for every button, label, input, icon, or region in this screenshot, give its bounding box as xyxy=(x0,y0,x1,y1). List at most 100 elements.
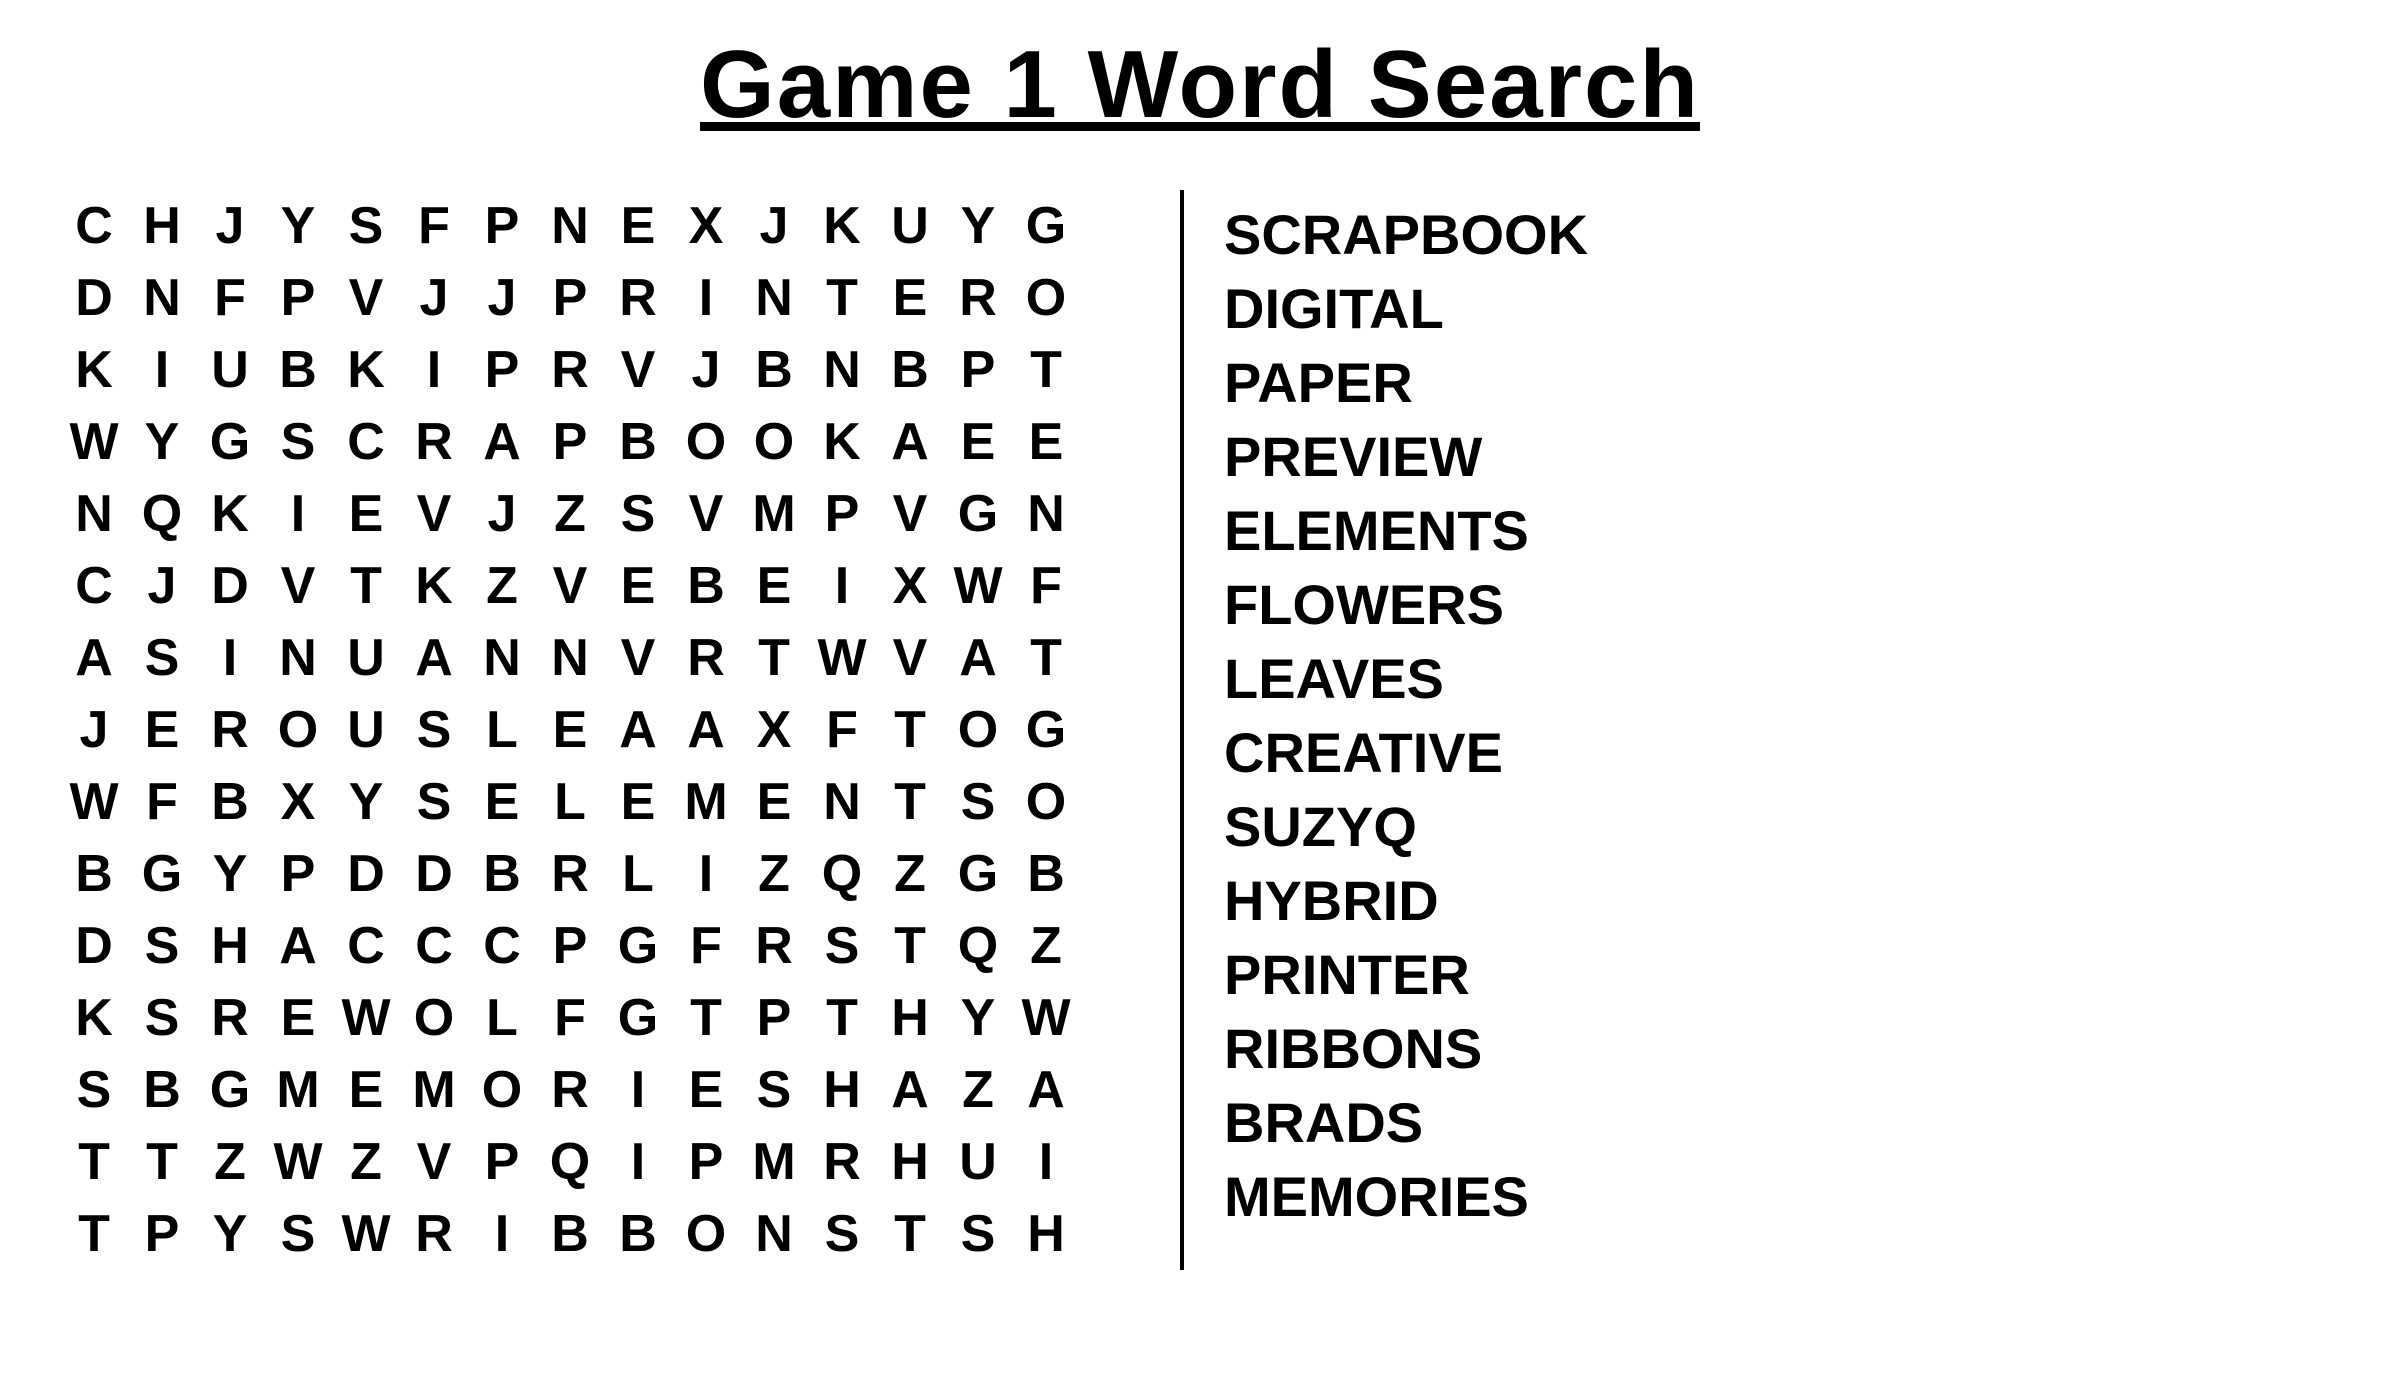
grid-row-11: KSREWOLFGTPTHYW xyxy=(60,982,1080,1054)
grid-cell-11-5: O xyxy=(400,982,468,1054)
grid-cell-3-12: A xyxy=(876,406,944,478)
grid-cell-13-1: T xyxy=(128,1126,196,1198)
grid-cell-7-12: T xyxy=(876,694,944,766)
grid-cell-9-8: L xyxy=(604,838,672,910)
grid-cell-4-3: I xyxy=(264,478,332,550)
word-item-4: ELEMENTS xyxy=(1224,496,1588,566)
grid-cell-4-0: N xyxy=(60,478,128,550)
grid-cell-9-13: G xyxy=(944,838,1012,910)
grid-cell-1-7: P xyxy=(536,262,604,334)
grid-cell-13-3: W xyxy=(264,1126,332,1198)
grid-cell-8-1: F xyxy=(128,766,196,838)
grid-cell-13-7: Q xyxy=(536,1126,604,1198)
grid-cell-9-5: D xyxy=(400,838,468,910)
grid-cell-1-11: T xyxy=(808,262,876,334)
grid-cell-0-9: X xyxy=(672,190,740,262)
word-item-0: SCRAPBOOK xyxy=(1224,200,1588,270)
grid-cell-13-0: T xyxy=(60,1126,128,1198)
grid-cell-12-5: M xyxy=(400,1054,468,1126)
grid-cell-0-12: U xyxy=(876,190,944,262)
grid-cell-13-14: I xyxy=(1012,1126,1080,1198)
grid-cell-1-0: D xyxy=(60,262,128,334)
grid-cell-3-14: E xyxy=(1012,406,1080,478)
word-search-grid: CHJYSFPNEXJKUYGDNFPVJJPRINTEROKIUBKIPRVJ… xyxy=(60,190,1140,1270)
grid-cell-6-6: N xyxy=(468,622,536,694)
grid-row-13: TTZWZVPQIPMRHUI xyxy=(60,1126,1080,1198)
grid-cell-5-14: F xyxy=(1012,550,1080,622)
grid-cell-5-5: K xyxy=(400,550,468,622)
grid-cell-7-5: S xyxy=(400,694,468,766)
grid-cell-12-10: S xyxy=(740,1054,808,1126)
grid-cell-12-2: G xyxy=(196,1054,264,1126)
grid-row-1: DNFPVJJPRINTERO xyxy=(60,262,1080,334)
grid-row-8: WFBXYSELEMENTSO xyxy=(60,766,1080,838)
grid-cell-7-0: J xyxy=(60,694,128,766)
grid-cell-8-14: O xyxy=(1012,766,1080,838)
grid-cell-14-12: T xyxy=(876,1198,944,1270)
grid-cell-10-9: F xyxy=(672,910,740,982)
grid-cell-14-5: R xyxy=(400,1198,468,1270)
grid-cell-12-12: A xyxy=(876,1054,944,1126)
word-item-5: FLOWERS xyxy=(1224,570,1588,640)
grid-cell-12-8: I xyxy=(604,1054,672,1126)
grid-cell-6-8: V xyxy=(604,622,672,694)
grid-cell-3-5: R xyxy=(400,406,468,478)
grid-row-14: TPYSWRIBBONSTSH xyxy=(60,1198,1080,1270)
grid-cell-6-7: N xyxy=(536,622,604,694)
grid-cell-1-5: J xyxy=(400,262,468,334)
grid-cell-11-0: K xyxy=(60,982,128,1054)
word-item-6: LEAVES xyxy=(1224,644,1588,714)
grid-cell-0-4: S xyxy=(332,190,400,262)
grid-cell-11-1: S xyxy=(128,982,196,1054)
grid-cell-8-13: S xyxy=(944,766,1012,838)
grid-cell-14-0: T xyxy=(60,1198,128,1270)
grid-cell-14-14: H xyxy=(1012,1198,1080,1270)
grid-row-4: NQKIEVJZSVMPVGN xyxy=(60,478,1080,550)
grid-cell-1-12: E xyxy=(876,262,944,334)
grid-cell-6-12: V xyxy=(876,622,944,694)
word-item-1: DIGITAL xyxy=(1224,274,1588,344)
grid-cell-7-10: X xyxy=(740,694,808,766)
grid-cell-0-3: Y xyxy=(264,190,332,262)
grid-cell-6-10: T xyxy=(740,622,808,694)
grid-cell-7-8: A xyxy=(604,694,672,766)
grid-cell-10-2: H xyxy=(196,910,264,982)
grid-cell-9-1: G xyxy=(128,838,196,910)
grid-cell-7-6: L xyxy=(468,694,536,766)
grid-row-2: KIUBKIPRVJBNBPT xyxy=(60,334,1080,406)
grid-cell-4-2: K xyxy=(196,478,264,550)
page-title: Game 1 Word Search xyxy=(700,30,1700,140)
grid-row-5: CJDVTKZVEBEIXWF xyxy=(60,550,1080,622)
grid-cell-2-3: B xyxy=(264,334,332,406)
grid-cell-3-2: G xyxy=(196,406,264,478)
grid-cell-3-3: S xyxy=(264,406,332,478)
grid-row-3: WYGSCRAPBOOKAEE xyxy=(60,406,1080,478)
grid-cell-1-3: P xyxy=(264,262,332,334)
grid-cell-2-5: I xyxy=(400,334,468,406)
grid-cell-5-4: T xyxy=(332,550,400,622)
grid-cell-7-2: R xyxy=(196,694,264,766)
grid-cell-4-1: Q xyxy=(128,478,196,550)
grid-cell-1-2: F xyxy=(196,262,264,334)
grid-cell-3-9: O xyxy=(672,406,740,478)
grid-cell-13-2: Z xyxy=(196,1126,264,1198)
grid-cell-0-0: C xyxy=(60,190,128,262)
grid-cell-11-12: H xyxy=(876,982,944,1054)
grid-cell-1-4: V xyxy=(332,262,400,334)
grid-cell-10-4: C xyxy=(332,910,400,982)
grid-cell-10-7: P xyxy=(536,910,604,982)
grid-cell-5-1: J xyxy=(128,550,196,622)
grid-cell-12-14: A xyxy=(1012,1054,1080,1126)
grid-cell-4-10: M xyxy=(740,478,808,550)
grid-cell-10-6: C xyxy=(468,910,536,982)
grid-cell-2-11: N xyxy=(808,334,876,406)
grid-row-12: SBGMEMORIESHAZA xyxy=(60,1054,1080,1126)
grid-cell-2-12: B xyxy=(876,334,944,406)
grid-cell-13-8: I xyxy=(604,1126,672,1198)
grid-cell-12-9: E xyxy=(672,1054,740,1126)
grid-cell-7-13: O xyxy=(944,694,1012,766)
grid-cell-4-14: N xyxy=(1012,478,1080,550)
grid-cell-6-4: U xyxy=(332,622,400,694)
grid-cell-7-11: F xyxy=(808,694,876,766)
word-item-12: BRADS xyxy=(1224,1088,1588,1158)
